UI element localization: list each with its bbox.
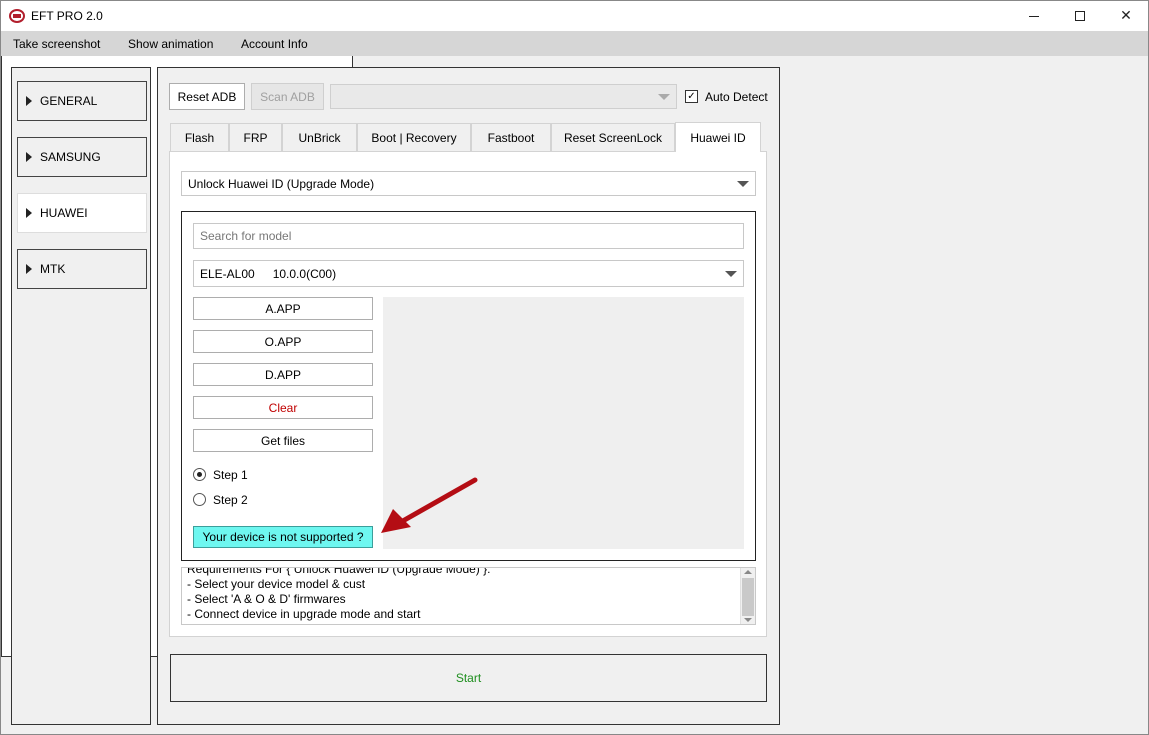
- maximize-button[interactable]: [1057, 1, 1103, 31]
- get-files-button[interactable]: Get files: [193, 429, 373, 452]
- sidebar-item-label: SAMSUNG: [40, 150, 101, 164]
- model-name: ELE-AL00: [200, 266, 255, 281]
- step-2-label: Step 2: [213, 493, 248, 507]
- scan-adb-button[interactable]: Scan ADB: [251, 83, 324, 110]
- scroll-thumb[interactable]: [742, 578, 754, 616]
- chevron-down-icon: [658, 93, 670, 100]
- menu-account-info[interactable]: Account Info: [241, 37, 308, 51]
- brand-sidebar: GENERAL SAMSUNG HUAWEI MTK: [11, 67, 151, 725]
- sidebar-item-mtk[interactable]: MTK: [17, 249, 147, 289]
- port-select[interactable]: [330, 84, 677, 109]
- clear-button[interactable]: Clear: [193, 396, 373, 419]
- window-title: EFT PRO 2.0: [31, 9, 103, 23]
- tab-huawei-id[interactable]: Huawei ID: [675, 122, 761, 152]
- a-app-button[interactable]: A.APP: [193, 297, 373, 320]
- minimize-icon: [1029, 15, 1039, 17]
- maximize-icon: [1075, 11, 1085, 21]
- model-search-input[interactable]: Search for model: [193, 223, 744, 249]
- scroll-up-icon[interactable]: [744, 570, 752, 574]
- step-1-radio[interactable]: [193, 468, 206, 481]
- title-bar: EFT PRO 2.0 ✕: [1, 1, 1148, 31]
- step-2-radio[interactable]: [193, 493, 206, 506]
- chevron-down-icon: [725, 270, 737, 277]
- requirements-line: - Select 'A & O & D' firmwares: [187, 592, 346, 606]
- minimize-button[interactable]: [1011, 1, 1057, 31]
- expand-arrow-icon: [26, 208, 32, 218]
- sidebar-item-samsung[interactable]: SAMSUNG: [17, 137, 147, 177]
- chevron-down-icon: [737, 180, 749, 187]
- o-app-button[interactable]: O.APP: [193, 330, 373, 353]
- checkmark-icon: ✓: [687, 91, 696, 102]
- start-button[interactable]: Start: [170, 654, 767, 702]
- requirements-line: Requirements For { Unlock Huawei ID (Upg…: [187, 567, 491, 576]
- operation-select[interactable]: Unlock Huawei ID (Upgrade Mode): [181, 171, 756, 196]
- operation-select-value: Unlock Huawei ID (Upgrade Mode): [188, 176, 375, 191]
- menu-show-animation[interactable]: Show animation: [128, 37, 213, 51]
- expand-arrow-icon: [26, 96, 32, 106]
- close-icon: ✕: [1120, 8, 1132, 24]
- sidebar-item-huawei[interactable]: HUAWEI: [17, 193, 147, 233]
- reset-adb-button[interactable]: Reset ADB: [169, 83, 245, 110]
- requirements-line: - Select your device model & cust: [187, 577, 366, 591]
- app-logo-icon: [9, 9, 25, 23]
- sidebar-item-label: HUAWEI: [40, 206, 88, 220]
- sidebar-item-label: GENERAL: [40, 94, 98, 108]
- device-not-supported-link[interactable]: Your device is not supported ?: [193, 526, 373, 548]
- scroll-down-icon[interactable]: [744, 618, 752, 622]
- requirements-textbox[interactable]: Requirements For { Unlock Huawei ID (Upg…: [181, 567, 756, 625]
- tab-flash[interactable]: Flash: [170, 123, 229, 151]
- step-1-label: Step 1: [213, 468, 248, 482]
- auto-detect-checkbox[interactable]: ✓: [685, 90, 698, 103]
- expand-arrow-icon: [26, 152, 32, 162]
- tab-boot-recovery[interactable]: Boot | Recovery: [357, 123, 471, 151]
- menu-bar: Take screenshot Show animation Account I…: [1, 31, 1148, 56]
- sidebar-item-general[interactable]: GENERAL: [17, 81, 147, 121]
- requirements-scrollbar[interactable]: [740, 568, 755, 624]
- expand-arrow-icon: [26, 264, 32, 274]
- requirements-line: - Connect device in upgrade mode and sta…: [187, 607, 421, 621]
- tab-reset-screenlock[interactable]: Reset ScreenLock: [551, 123, 675, 151]
- sidebar-item-label: MTK: [40, 262, 66, 276]
- app-window: EFT PRO 2.0 ✕ Take screenshot Show anima…: [0, 0, 1149, 735]
- auto-detect-label: Auto Detect: [705, 90, 768, 104]
- model-select[interactable]: ELE-AL00 10.0.0(C00): [193, 260, 744, 287]
- tab-unbrick[interactable]: UnBrick: [282, 123, 357, 151]
- close-button[interactable]: ✕: [1103, 1, 1149, 31]
- tab-fastboot[interactable]: Fastboot: [471, 123, 551, 151]
- tab-frp[interactable]: FRP: [229, 123, 282, 151]
- menu-take-screenshot[interactable]: Take screenshot: [13, 37, 100, 51]
- d-app-button[interactable]: D.APP: [193, 363, 373, 386]
- model-version: 10.0.0(C00): [272, 266, 337, 281]
- red-arrow-icon: [381, 477, 478, 533]
